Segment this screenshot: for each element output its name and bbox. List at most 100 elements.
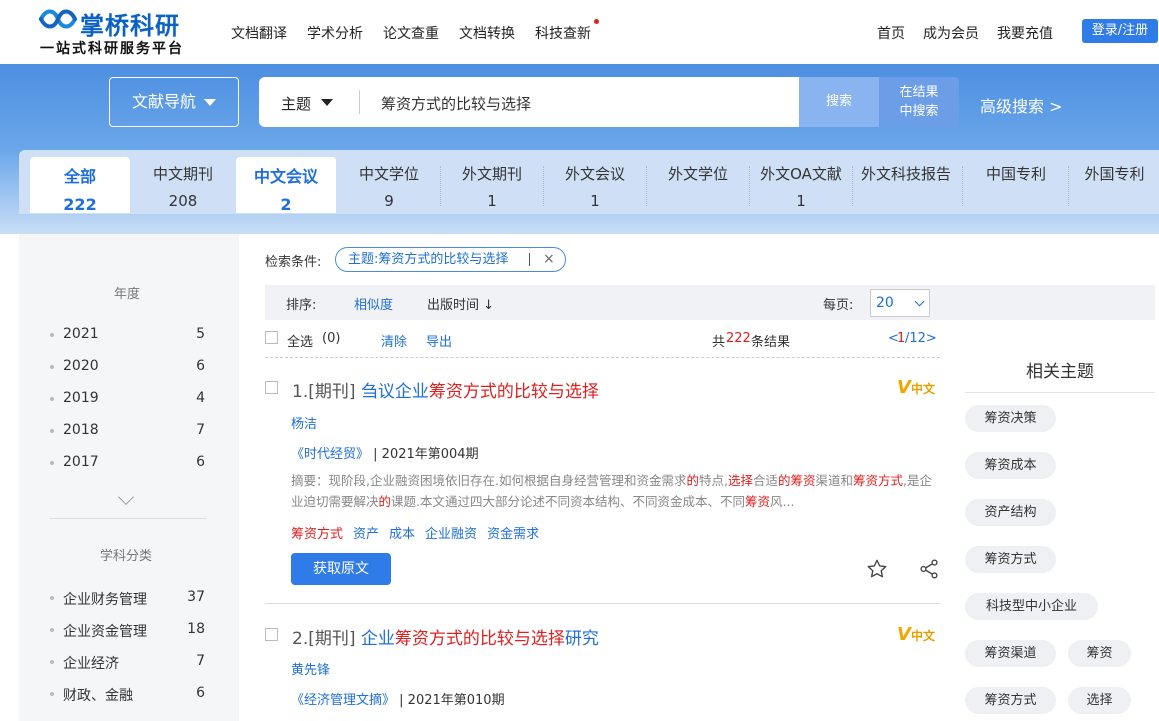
nav-convert[interactable]: 文档转换: [459, 23, 515, 43]
advanced-search-link[interactable]: 高级搜索 >: [980, 93, 1063, 117]
tab-foreign-degree[interactable]: 外文学位: [648, 157, 748, 213]
subject-filter-item[interactable]: 财政、金融 6: [50, 684, 207, 704]
literature-nav-button[interactable]: 文献导航: [109, 77, 239, 127]
tab-count: 1: [590, 192, 600, 210]
literature-nav-label: 文献导航: [132, 92, 197, 111]
keyword-link[interactable]: 企业融资: [425, 527, 477, 542]
close-icon[interactable]: ×: [543, 248, 555, 271]
year-filter-item[interactable]: 2020 6: [50, 357, 207, 377]
get-fulltext-button[interactable]: 获取原文: [291, 553, 391, 585]
related-tag[interactable]: 科技型中小企业: [965, 593, 1098, 620]
clear-link[interactable]: 清除: [381, 331, 407, 350]
abstract-highlight: 筹资方式: [853, 473, 904, 488]
source-journal[interactable]: 《时代经贸》: [291, 447, 369, 462]
result-title[interactable]: 1.[期刊] 刍议企业筹资方式的比较与选择: [292, 377, 599, 402]
search-in-results-button[interactable]: 在结果 中搜索: [879, 77, 959, 127]
nav-member[interactable]: 成为会员: [923, 23, 979, 43]
related-tag[interactable]: 筹资成本: [965, 452, 1056, 479]
abstract-text: 渠道和: [815, 473, 854, 488]
related-tag[interactable]: 筹资方式: [965, 687, 1056, 714]
tab-label: 外文OA文献: [760, 165, 842, 183]
related-tag[interactable]: 资产结构: [965, 499, 1056, 526]
keyword-link[interactable]: 资金需求: [487, 527, 539, 542]
source-issue: | 2021年第004期: [373, 447, 479, 462]
share-icon[interactable]: [918, 558, 940, 580]
result-keywords: 筹资方式 资产 成本 企业融资 资金需求: [291, 523, 549, 542]
top-nav: 掌桥科研 一站式科研服务平台 文档翻译 学术分析 论文查重 文档转换 科技查新 …: [0, 0, 1159, 64]
tab-cn-patent[interactable]: 中国专利: [966, 157, 1066, 213]
new-dot: [594, 19, 599, 24]
login-button[interactable]: 登录/注册: [1082, 19, 1158, 43]
nav-recharge[interactable]: 我要充值: [997, 23, 1053, 43]
abstract-highlight: 的: [686, 473, 699, 488]
tab-label: 外国专利: [1084, 165, 1145, 183]
select-all-label[interactable]: 全选: [287, 331, 313, 350]
site-logo[interactable]: 掌桥科研 一站式科研服务平台: [38, 6, 198, 58]
abstract-text: 合适: [752, 473, 778, 488]
keyword-link[interactable]: 成本: [389, 527, 415, 542]
related-tag[interactable]: 筹资: [1068, 640, 1131, 667]
related-tag[interactable]: 选择: [1068, 687, 1131, 714]
search-button[interactable]: 搜索: [799, 77, 879, 127]
related-tag[interactable]: 筹资决策: [965, 405, 1056, 432]
tab-divider: [749, 166, 750, 206]
tab-foreign-report[interactable]: 外文科技报告: [854, 157, 958, 213]
year-filter-item[interactable]: 2021 5: [50, 325, 207, 345]
year-filter-item[interactable]: 2019 4: [50, 389, 207, 409]
total-suffix: 条结果: [751, 335, 791, 350]
page-next[interactable]: /12>: [905, 331, 937, 346]
result-checkbox[interactable]: [265, 381, 278, 394]
tab-foreign-oa[interactable]: 外文OA文献 1: [751, 157, 851, 213]
sort-date[interactable]: 出版时间 ↓: [427, 294, 494, 313]
tab-foreign-patent[interactable]: 外国专利: [1070, 157, 1159, 213]
tab-label: 全部: [63, 167, 96, 186]
year-filter-item[interactable]: 2018 7: [50, 421, 207, 441]
result-author[interactable]: 黄先锋: [291, 659, 330, 678]
nav-novelty[interactable]: 科技查新: [535, 23, 591, 43]
result-abstract: 摘要：现阶段,企业融资困境依旧存在.如何根据自身经营管理和资金需求的特点,选择合…: [291, 470, 937, 512]
keyword-link[interactable]: 资产: [353, 527, 379, 542]
sort-relevance[interactable]: 相似度: [354, 294, 393, 313]
nav-analysis[interactable]: 学术分析: [307, 23, 363, 43]
tab-cn-conference[interactable]: 中文会议 2: [236, 157, 336, 214]
related-tag[interactable]: 筹资方式: [965, 546, 1056, 573]
tab-divider: [646, 166, 647, 206]
result-title[interactable]: 2.[期刊] 企业筹资方式的比较与选择研究: [292, 624, 599, 649]
tab-divider: [852, 166, 853, 206]
nav-home[interactable]: 首页: [877, 23, 905, 43]
subject-filter-item[interactable]: 企业经济 7: [50, 652, 207, 672]
select-all-checkbox[interactable]: [265, 331, 278, 344]
result-checkbox[interactable]: [265, 628, 278, 641]
in-result-line2: 中搜索: [899, 104, 939, 119]
filter-sidebar: [19, 234, 239, 721]
filter-label: 2017: [63, 454, 99, 470]
star-icon[interactable]: [866, 558, 888, 580]
related-tag[interactable]: 筹资渠道: [965, 640, 1056, 667]
tab-cn-degree[interactable]: 中文学位 9: [339, 157, 439, 213]
per-page-select[interactable]: 20: [870, 289, 930, 317]
subject-filter-item[interactable]: 企业财务管理 37: [50, 588, 207, 608]
search-field-select[interactable]: 主题: [281, 93, 311, 114]
tab-cn-journal[interactable]: 中文期刊 208: [133, 157, 233, 213]
condition-chip[interactable]: 主题:筹资方式的比较与选择 ×: [335, 247, 566, 272]
result-author[interactable]: 杨洁: [291, 413, 317, 432]
tab-all[interactable]: 全部 222: [30, 157, 130, 214]
abstract-highlight: 的: [378, 494, 392, 509]
nav-translate[interactable]: 文档翻译: [231, 23, 287, 43]
chip-divider: [529, 253, 530, 266]
year-filter-item[interactable]: 2017 6: [50, 453, 207, 473]
abstract-highlight: 选择: [727, 473, 753, 488]
source-journal[interactable]: 《经济管理文摘》: [291, 693, 395, 708]
tab-foreign-conference[interactable]: 外文会议 1: [545, 157, 645, 213]
nav-plagiarism[interactable]: 论文查重: [383, 23, 439, 43]
tab-foreign-journal[interactable]: 外文期刊 1: [442, 157, 542, 213]
tab-label: 外文会议: [564, 165, 625, 183]
filter-count: 7: [196, 653, 205, 669]
subject-filter-item[interactable]: 企业资金管理 18: [50, 620, 207, 640]
tab-label: 中文学位: [358, 165, 419, 183]
search-input[interactable]: 筹资方式的比较与选择: [381, 93, 531, 114]
export-link[interactable]: 导出: [426, 331, 452, 350]
keyword-link[interactable]: 筹资方式: [291, 527, 343, 542]
total-count: 222: [726, 331, 751, 346]
search-box: 主题 筹资方式的比较与选择: [259, 77, 799, 127]
